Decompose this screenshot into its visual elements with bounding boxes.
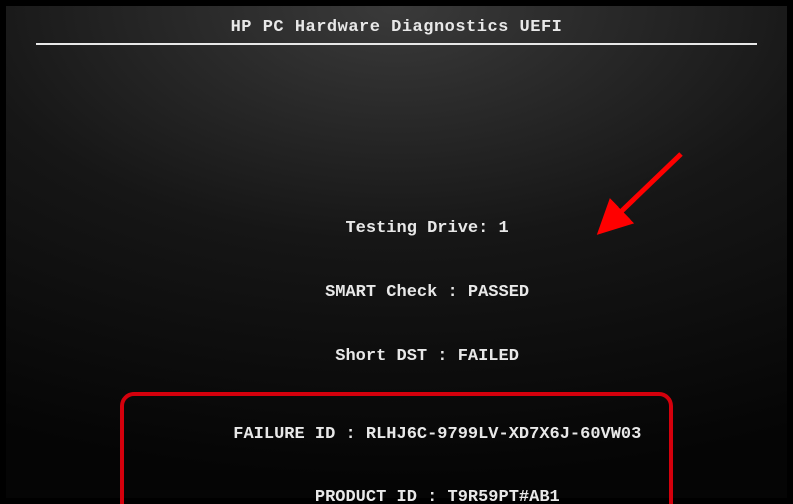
- short-dst-row: Short DST : FAILED: [26, 325, 767, 389]
- smart-check-value: PASSED: [468, 283, 529, 302]
- failure-id-row: FAILURE ID : RLHJ6C-9799LV-XD7X6J-60VW03: [152, 402, 642, 466]
- product-id-label: PRODUCT ID :: [315, 488, 437, 504]
- short-dst-value: FAILED: [458, 347, 519, 366]
- smart-check-label: SMART Check :: [325, 283, 458, 302]
- failure-highlight-box: FAILURE ID : RLHJ6C-9799LV-XD7X6J-60VW03…: [120, 392, 674, 504]
- smart-check-row: SMART Check : PASSED: [26, 261, 767, 325]
- testing-drive-label: Testing Drive:: [345, 219, 488, 238]
- title-divider: [36, 43, 757, 45]
- testing-drive-value: 1: [499, 219, 509, 238]
- short-dst-label: Short DST :: [335, 347, 447, 366]
- product-id-value: T9R59PT#AB1: [448, 488, 560, 504]
- product-id-row: PRODUCT ID : T9R59PT#AB1: [152, 466, 642, 504]
- bios-screen: HP PC Hardware Diagnostics UEFI Testing …: [6, 6, 787, 498]
- testing-drive-row: Testing Drive: 1: [26, 197, 767, 261]
- failure-id-label: FAILURE ID :: [233, 425, 355, 444]
- page-title: HP PC Hardware Diagnostics UEFI: [26, 18, 767, 37]
- failure-id-value: RLHJ6C-9799LV-XD7X6J-60VW03: [366, 425, 641, 444]
- test-results: Testing Drive: 1 SMART Check : PASSED Sh…: [26, 197, 767, 504]
